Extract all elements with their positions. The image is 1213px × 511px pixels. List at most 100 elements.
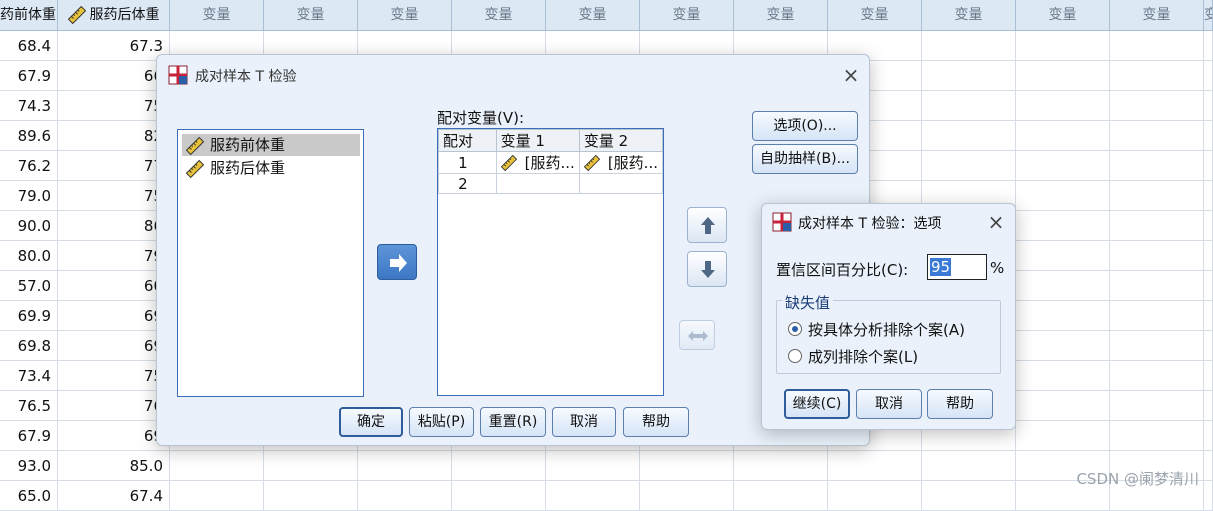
cell-empty[interactable] xyxy=(1016,421,1110,451)
column-header-var[interactable]: 变量 xyxy=(640,0,734,31)
table-row[interactable]: 65.0 67.4 xyxy=(0,481,1213,511)
cell-empty[interactable] xyxy=(828,481,922,511)
options-help-button[interactable]: 帮助 xyxy=(927,389,993,419)
cell-pre-weight[interactable]: 68.4 xyxy=(0,31,58,61)
cell-empty[interactable] xyxy=(1204,121,1213,151)
cell-post-weight[interactable]: 75 xyxy=(58,91,170,121)
options-titlebar[interactable]: 成对样本 T 检验：选项 × xyxy=(762,204,1015,244)
cell-empty[interactable] xyxy=(264,481,358,511)
cell-post-weight[interactable]: 79 xyxy=(58,241,170,271)
cell-pre-weight[interactable]: 76.5 xyxy=(0,391,58,421)
cell-empty[interactable] xyxy=(1016,61,1110,91)
column-header-var[interactable]: 变量 xyxy=(264,0,358,31)
cell-empty[interactable] xyxy=(1016,301,1110,331)
cell-empty[interactable] xyxy=(922,451,1016,481)
cell-empty[interactable] xyxy=(922,481,1016,511)
cell-empty[interactable] xyxy=(1110,31,1204,61)
cell-empty[interactable] xyxy=(1110,211,1204,241)
options-cancel-button[interactable]: 取消 xyxy=(856,389,922,419)
cell-empty[interactable] xyxy=(1110,61,1204,91)
cell-empty[interactable] xyxy=(358,481,452,511)
table-row[interactable]: 2 xyxy=(438,173,664,194)
ci-percent-input[interactable]: 95 xyxy=(927,254,987,280)
cell-pre-weight[interactable]: 89.6 xyxy=(0,121,58,151)
cell-empty[interactable] xyxy=(1016,331,1110,361)
column-header-var[interactable]: 变量 xyxy=(452,0,546,31)
cell-empty[interactable] xyxy=(1204,481,1213,511)
cell-empty[interactable] xyxy=(1016,151,1110,181)
cell-pre-weight[interactable]: 79.0 xyxy=(0,181,58,211)
cell-post-weight[interactable]: 66 xyxy=(58,61,170,91)
list-item[interactable]: 服药后体重 xyxy=(182,157,291,179)
swap-variables-button[interactable] xyxy=(679,320,715,350)
cell-empty[interactable] xyxy=(546,481,640,511)
cell-empty[interactable] xyxy=(170,451,264,481)
cell-pre-weight[interactable]: 90.0 xyxy=(0,211,58,241)
cell-empty[interactable] xyxy=(1204,91,1213,121)
close-icon[interactable]: × xyxy=(986,212,1006,232)
cell-empty[interactable] xyxy=(358,451,452,481)
cell-empty[interactable] xyxy=(1016,91,1110,121)
cell-empty[interactable] xyxy=(1110,361,1204,391)
column-header-var[interactable]: 变量 xyxy=(170,0,264,31)
cell-empty[interactable] xyxy=(734,481,828,511)
options-button[interactable]: 选项(O)... xyxy=(752,111,858,141)
pair-var1[interactable]: [服药... xyxy=(495,151,580,174)
cell-empty[interactable] xyxy=(1204,271,1213,301)
cell-empty[interactable] xyxy=(922,121,1016,151)
cell-post-weight[interactable]: 69 xyxy=(58,301,170,331)
continue-button[interactable]: 继续(C) xyxy=(784,389,850,419)
cell-empty[interactable] xyxy=(1204,61,1213,91)
help-button[interactable]: 帮助 xyxy=(623,407,689,437)
cell-empty[interactable] xyxy=(828,451,922,481)
move-up-button[interactable] xyxy=(687,207,727,243)
column-header-var[interactable]: 变量 xyxy=(1110,0,1204,31)
cell-empty[interactable] xyxy=(1016,391,1110,421)
cell-pre-weight[interactable]: 67.9 xyxy=(0,421,58,451)
cell-pre-weight[interactable]: 76.2 xyxy=(0,151,58,181)
cell-empty[interactable] xyxy=(452,451,546,481)
cell-empty[interactable] xyxy=(1110,241,1204,271)
cell-empty[interactable] xyxy=(1204,211,1213,241)
cell-empty[interactable] xyxy=(1016,361,1110,391)
cell-post-weight[interactable]: 69 xyxy=(58,421,170,451)
cell-empty[interactable] xyxy=(546,451,640,481)
cancel-button[interactable]: 取消 xyxy=(552,407,616,437)
cell-empty[interactable] xyxy=(1110,181,1204,211)
cell-empty[interactable] xyxy=(922,151,1016,181)
paste-button[interactable]: 粘贴(P) xyxy=(409,407,474,437)
cell-post-weight[interactable]: 69 xyxy=(58,331,170,361)
pair-var2[interactable] xyxy=(578,173,664,194)
cell-empty[interactable] xyxy=(452,481,546,511)
column-header-var[interactable]: 变量 xyxy=(922,0,1016,31)
exclude-listwise-radio[interactable] xyxy=(788,349,802,363)
column-header-var[interactable]: 变量 xyxy=(1204,0,1213,31)
cell-empty[interactable] xyxy=(1110,301,1204,331)
cell-post-weight[interactable]: 75 xyxy=(58,181,170,211)
list-item[interactable]: 服药前体重 xyxy=(182,134,360,156)
cell-empty[interactable] xyxy=(1110,121,1204,151)
cell-empty[interactable] xyxy=(1204,331,1213,361)
cell-empty[interactable] xyxy=(1204,391,1213,421)
pair-var2[interactable]: [服药... xyxy=(578,151,664,174)
source-variable-list[interactable]: 服药前体重 服药后体重 xyxy=(177,129,364,397)
move-down-button[interactable] xyxy=(687,251,727,287)
column-header-var[interactable]: 变量 xyxy=(546,0,640,31)
cell-post-weight[interactable]: 75 xyxy=(58,361,170,391)
cell-empty[interactable] xyxy=(1016,211,1110,241)
cell-empty[interactable] xyxy=(1016,31,1110,61)
cell-empty[interactable] xyxy=(734,451,828,481)
cell-empty[interactable] xyxy=(1110,151,1204,181)
cell-empty[interactable] xyxy=(1204,241,1213,271)
cell-empty[interactable] xyxy=(640,451,734,481)
cell-empty[interactable] xyxy=(640,481,734,511)
column-header-var[interactable]: 变量 xyxy=(828,0,922,31)
cell-empty[interactable] xyxy=(1204,31,1213,61)
cell-pre-weight[interactable]: 74.3 xyxy=(0,91,58,121)
move-to-paired-button[interactable] xyxy=(377,244,417,280)
cell-empty[interactable] xyxy=(1016,181,1110,211)
cell-empty[interactable] xyxy=(1016,241,1110,271)
column-header-post-weight[interactable]: 服药后体重 xyxy=(58,0,170,31)
cell-post-weight[interactable]: 77 xyxy=(58,151,170,181)
pair-var1[interactable] xyxy=(495,173,580,194)
